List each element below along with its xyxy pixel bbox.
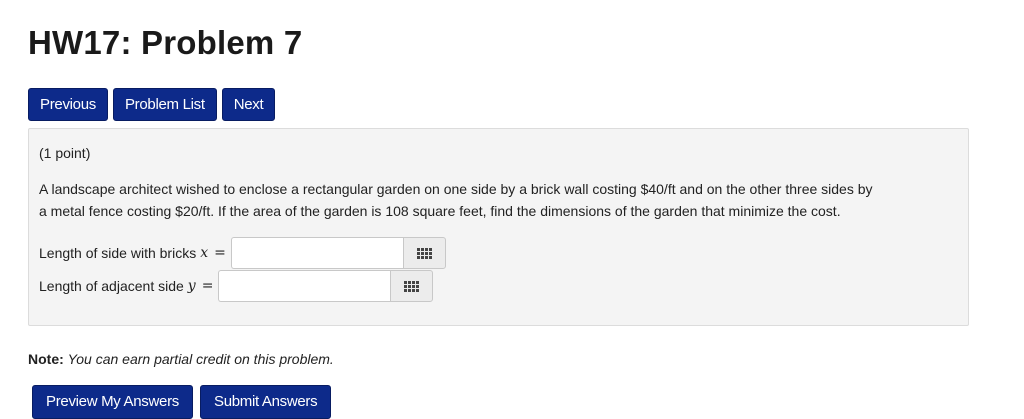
problem-text: A landscape architect wished to enclose … (39, 178, 964, 222)
equation-editor-button-y[interactable] (390, 270, 434, 302)
grid-icon (416, 247, 432, 259)
answer-row-y: Length of adjacent side y = (39, 270, 434, 302)
submit-actions: Preview My Answers Submit Answers (32, 385, 332, 419)
answer-var-y: y (187, 278, 196, 294)
note-text: You can earn partial credit on this prob… (67, 351, 334, 367)
next-button[interactable]: Next (221, 88, 276, 121)
page-title: HW17: Problem 7 (28, 24, 303, 61)
answer-var-x: x (200, 245, 209, 261)
problem-list-button[interactable]: Problem List (112, 88, 217, 121)
answer-label-x: Length of side with bricks (39, 245, 197, 261)
submit-answers-button[interactable]: Submit Answers (199, 385, 332, 419)
previous-button[interactable]: Previous (28, 88, 108, 121)
note-label: Note: (28, 351, 64, 367)
partial-credit-note: Note: You can earn partial credit on thi… (28, 351, 334, 367)
equals-sign: = (214, 245, 226, 261)
grid-icon (404, 280, 420, 292)
answer-input-y[interactable] (218, 270, 391, 302)
problem-panel: (1 point) A landscape architect wished t… (28, 128, 969, 326)
equals-sign: = (201, 278, 214, 294)
preview-answers-button[interactable]: Preview My Answers (32, 385, 193, 419)
answer-row-x: Length of side with bricks x = (39, 237, 446, 269)
equation-editor-button-x[interactable] (402, 237, 446, 269)
problem-nav: Previous Problem List Next (28, 88, 276, 121)
problem-text-line-1: A landscape architect wished to enclose … (39, 181, 873, 197)
problem-points: (1 point) (39, 145, 91, 161)
problem-text-line-2: a metal fence costing $20/ft. If the are… (39, 203, 841, 219)
answer-label-y: Length of adjacent side (39, 278, 184, 294)
answer-input-x[interactable] (230, 237, 403, 269)
